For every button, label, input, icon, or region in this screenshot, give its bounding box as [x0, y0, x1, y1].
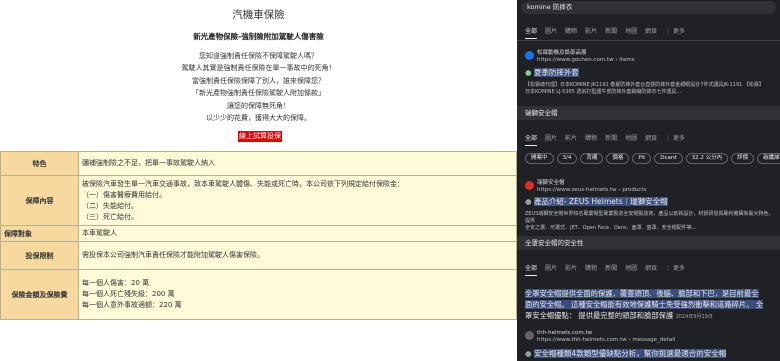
intro-line: 當強制責任保險保障了別人，誰來保障您？ [192, 76, 325, 85]
tab-videos[interactable]: 影片 [565, 263, 577, 275]
intro-line: 您知道強制責任保險不保障駕駛人嗎？ [199, 52, 318, 60]
search-input[interactable]: komine 防摔衣 [521, 1, 776, 14]
site-favicon [525, 181, 534, 190]
tab-images[interactable]: 圖片 [545, 26, 557, 38]
chip[interactable]: 3/4 [556, 153, 578, 164]
table-row: 投保限制 需投保本公司強制汽車責任保險才能附加駕駛人傷害保險。 [0, 241, 517, 270]
tab-images[interactable]: 圖片 [545, 133, 557, 145]
filter-chips: 開案中 3/4 背襯 價格 Pit Dcard 32.2 公分內 評價 碳纖維 [525, 153, 780, 164]
tab-more[interactable]: ⋮ 更多 [665, 133, 685, 145]
chip[interactable]: 開案中 [525, 153, 554, 164]
snippet-line: 面的安全帽。 這種安全帽能有效地保護騎士免受強烈衝擊和道路碎片。 全 [525, 300, 764, 309]
row-label-coverage: 保障內容 [0, 175, 79, 226]
chip[interactable]: 評價 [731, 153, 755, 164]
chip[interactable]: Dcard [654, 153, 683, 164]
search-tabs: 全部 圖片 影片 購物 新聞 地圖 網頁 ⋮ 更多 [517, 133, 780, 146]
search-query-title[interactable]: 全罩安全帽的安全性 [517, 236, 780, 250]
page-subtitle: 新光產物保險-強制險附加駕駛人傷害險 [193, 32, 324, 41]
tab-shopping[interactable]: 購物 [565, 26, 577, 38]
table-row: 保障內容 被保險汽車發生單一汽車交通事故，致本車駕駛人體傷、失能或死亡時，本公司… [0, 175, 517, 226]
row-label-restriction: 投保限制 [0, 241, 79, 270]
row-value-features: 彌補強制險之不足，把單一事故駕駛人納入 [78, 151, 517, 176]
page-title: 汽機車保險 [232, 9, 285, 21]
link-icon: ● [525, 349, 532, 358]
chip[interactable]: Pit [632, 153, 652, 164]
site-favicon [525, 331, 534, 340]
tab-news[interactable]: 新聞 [605, 133, 617, 145]
result-site[interactable]: thh-helmets.com.tw https://www.thh-helme… [537, 330, 675, 344]
chip[interactable]: 碳纖維 [757, 153, 780, 164]
tab-shopping[interactable]: 購物 [585, 263, 597, 275]
result-site[interactable]: 松霖動機及設部品展 https://www.gochen.com.tw › it… [537, 50, 635, 64]
tab-more[interactable]: ⋮ 更多 [665, 26, 685, 38]
tab-web[interactable]: 網頁 [645, 263, 657, 275]
result-snippet: ZEUS瑞獅安全帽世界知名專業帽型專業製造全安帽製造商，產品以創新設計，材質研發… [525, 211, 774, 231]
insurance-page: 汽機車保險 新光產物保險-強制險附加駕駛人傷害險 您知道強制責任保險不保障駕駛人… [0, 0, 517, 361]
row-value-coverage: 被保險汽車發生單一汽車交通事故，致本車駕駛人體傷、失能或死亡時，本公司依下列規定… [78, 175, 517, 226]
tab-shopping[interactable]: 購物 [585, 133, 597, 145]
tab-web[interactable]: 網頁 [645, 26, 657, 38]
tab-maps[interactable]: 地圖 [625, 26, 637, 38]
result-link[interactable]: ● 安全帽種類4款類型優缺點分析，幫你挑選最適合的安全帽 [525, 348, 727, 359]
tab-maps[interactable]: 地圖 [625, 263, 637, 275]
row-label-premium: 保險金額及保險費 [0, 269, 79, 320]
site-favicon [525, 51, 534, 60]
online-quote-button[interactable]: 線上試算投保 [238, 131, 282, 142]
snippet-line: 罩安全帽優點： 提供最完整的頭部和臉部保護 2024年9月19日 [525, 311, 713, 320]
search-tabs: 全部 圖片 影片 購物 新聞 地圖 網頁 ⋮ 更多 [517, 263, 780, 276]
tab-news[interactable]: 新聞 [605, 263, 617, 275]
snippet-date: 2024年9月19日 [675, 314, 713, 320]
result-site[interactable]: 瑞獅安全帽 https://www.zeus-helmets.tw › prod… [537, 180, 646, 194]
row-value-insured: 本車駕駛人 [78, 225, 517, 242]
intro-line: 以少少的花費，獲得大大的保障。 [206, 114, 311, 123]
link-icon: ● [525, 68, 532, 77]
intro-line: 讓您的保障無死角！ [227, 101, 290, 110]
table-row: 特色 彌補強制險之不足，把單一事故駕駛人納入 [0, 151, 517, 176]
row-value-premium: 每一個人傷害：20 萬 每一個人死亡殘失級：200 萬 每一個人意外事故適額：2… [78, 269, 517, 320]
intro-line: 駕駛人其實是強制責任保險在單一事故中的死角！ [181, 64, 336, 73]
tab-web[interactable]: 網頁 [645, 133, 657, 145]
chip[interactable]: 背襯 [580, 153, 604, 164]
tab-news[interactable]: 新聞 [605, 26, 617, 38]
table-row: 保險金額及保險費 每一個人傷害：20 萬 每一個人死亡殘失級：200 萬 每一個… [0, 269, 517, 320]
intro-line: 「新光產物強制責任保險駕駛人附加條款」 [192, 89, 325, 98]
table-row: 保障對象 本車駕駛人 [0, 225, 517, 242]
intro-text: 您知道強制責任保險不保障駕駛人嗎？ 駕駛人其實是強制責任保險在單一事故中的死角！… [0, 50, 517, 124]
featured-snippet: 全罩安全帽提供全面的保護，覆蓋頭頂、後腦、臉部和下巴，是目前最全 面的安全帽。 … [525, 288, 777, 323]
tab-all[interactable]: 全部 [525, 133, 538, 146]
tab-all[interactable]: 全部 [525, 263, 538, 276]
search-tabs: 全部 圖片 購物 影片 新聞 地圖 網頁 ⋮ 更多 [517, 26, 780, 39]
tab-videos[interactable]: 影片 [585, 26, 597, 38]
row-value-restriction: 需投保本公司強制汽車責任保險才能附加駕駛人傷害保險。 [78, 241, 517, 270]
chip[interactable]: 價格 [606, 153, 630, 164]
search-results-panel: komine 防摔衣 全部 圖片 購物 影片 新聞 地圖 網頁 ⋮ 更多 松霖動機及設部品展 … [517, 0, 780, 361]
link-icon: ● [525, 197, 532, 206]
result-link[interactable]: ● 產品介紹- ZEUS Helmets｜瑞獅安全帽 [525, 196, 668, 207]
snippet-line: 全罩安全帽提供全面的保護，覆蓋頭頂、後腦、臉部和下巴，是目前最全 [525, 289, 759, 298]
tab-all[interactable]: 全部 [525, 26, 538, 39]
search-query-title[interactable]: 瑞獅安全帽 [517, 106, 780, 120]
coverage-table: 特色 彌補強制險之不足，把單一事故駕駛人納入 保障內容 被保險汽車發生單一汽車交… [0, 151, 517, 320]
divider [517, 40, 780, 41]
result-link[interactable]: ● 夏季防摔外套 [525, 67, 579, 78]
tab-videos[interactable]: 影片 [565, 133, 577, 145]
tab-more[interactable]: ⋮ 更多 [665, 263, 685, 275]
result-snippet: 【松霖總代理】日本KOMINE JK1191 春夏防摔外套台直營防摔外套金網眼設… [525, 82, 764, 95]
tab-images[interactable]: 圖片 [545, 263, 557, 275]
row-label-insured: 保障對象 [0, 225, 79, 242]
tab-maps[interactable]: 地圖 [625, 133, 637, 145]
row-label-features: 特色 [0, 151, 79, 176]
chip[interactable]: 32.2 公分內 [685, 153, 729, 164]
